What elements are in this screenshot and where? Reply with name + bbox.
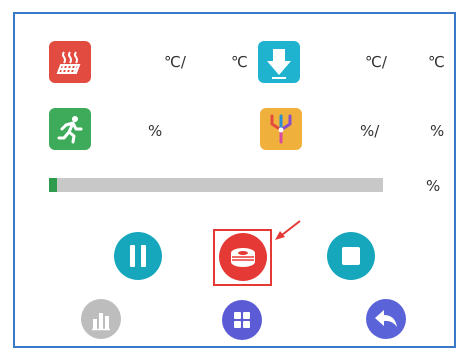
back-button[interactable] (366, 299, 406, 339)
bar-chart-icon (92, 313, 110, 331)
extruder-flow-icon (260, 108, 302, 150)
hotbed-sep-unit: ℃/ (164, 53, 186, 71)
pointer-arrow-icon (275, 220, 301, 240)
speed-unit: % (148, 122, 163, 140)
menu-button[interactable] (222, 300, 262, 340)
nozzle-unit: ℃ (428, 53, 445, 71)
hotbed-unit: ℃ (231, 53, 248, 71)
nozzle-sep-unit: ℃/ (365, 53, 387, 71)
extruder-sep-unit: %/ (360, 122, 380, 140)
filament-button-highlight (213, 229, 272, 286)
print-progress-fill (49, 178, 57, 192)
hotbed-heater-icon (49, 41, 91, 83)
print-progress-bar (49, 178, 383, 192)
extruder-unit: % (430, 122, 445, 140)
progress-percent-label: % (426, 177, 441, 195)
pause-icon (130, 245, 146, 267)
print-speed-running-icon (49, 108, 91, 150)
stop-button[interactable] (327, 232, 375, 280)
pause-button[interactable] (114, 232, 162, 280)
stop-icon (342, 247, 360, 265)
nozzle-temperature-icon (258, 41, 300, 83)
back-arrow-icon (375, 310, 397, 327)
stats-button[interactable] (81, 299, 121, 339)
grid-menu-icon (234, 312, 250, 328)
